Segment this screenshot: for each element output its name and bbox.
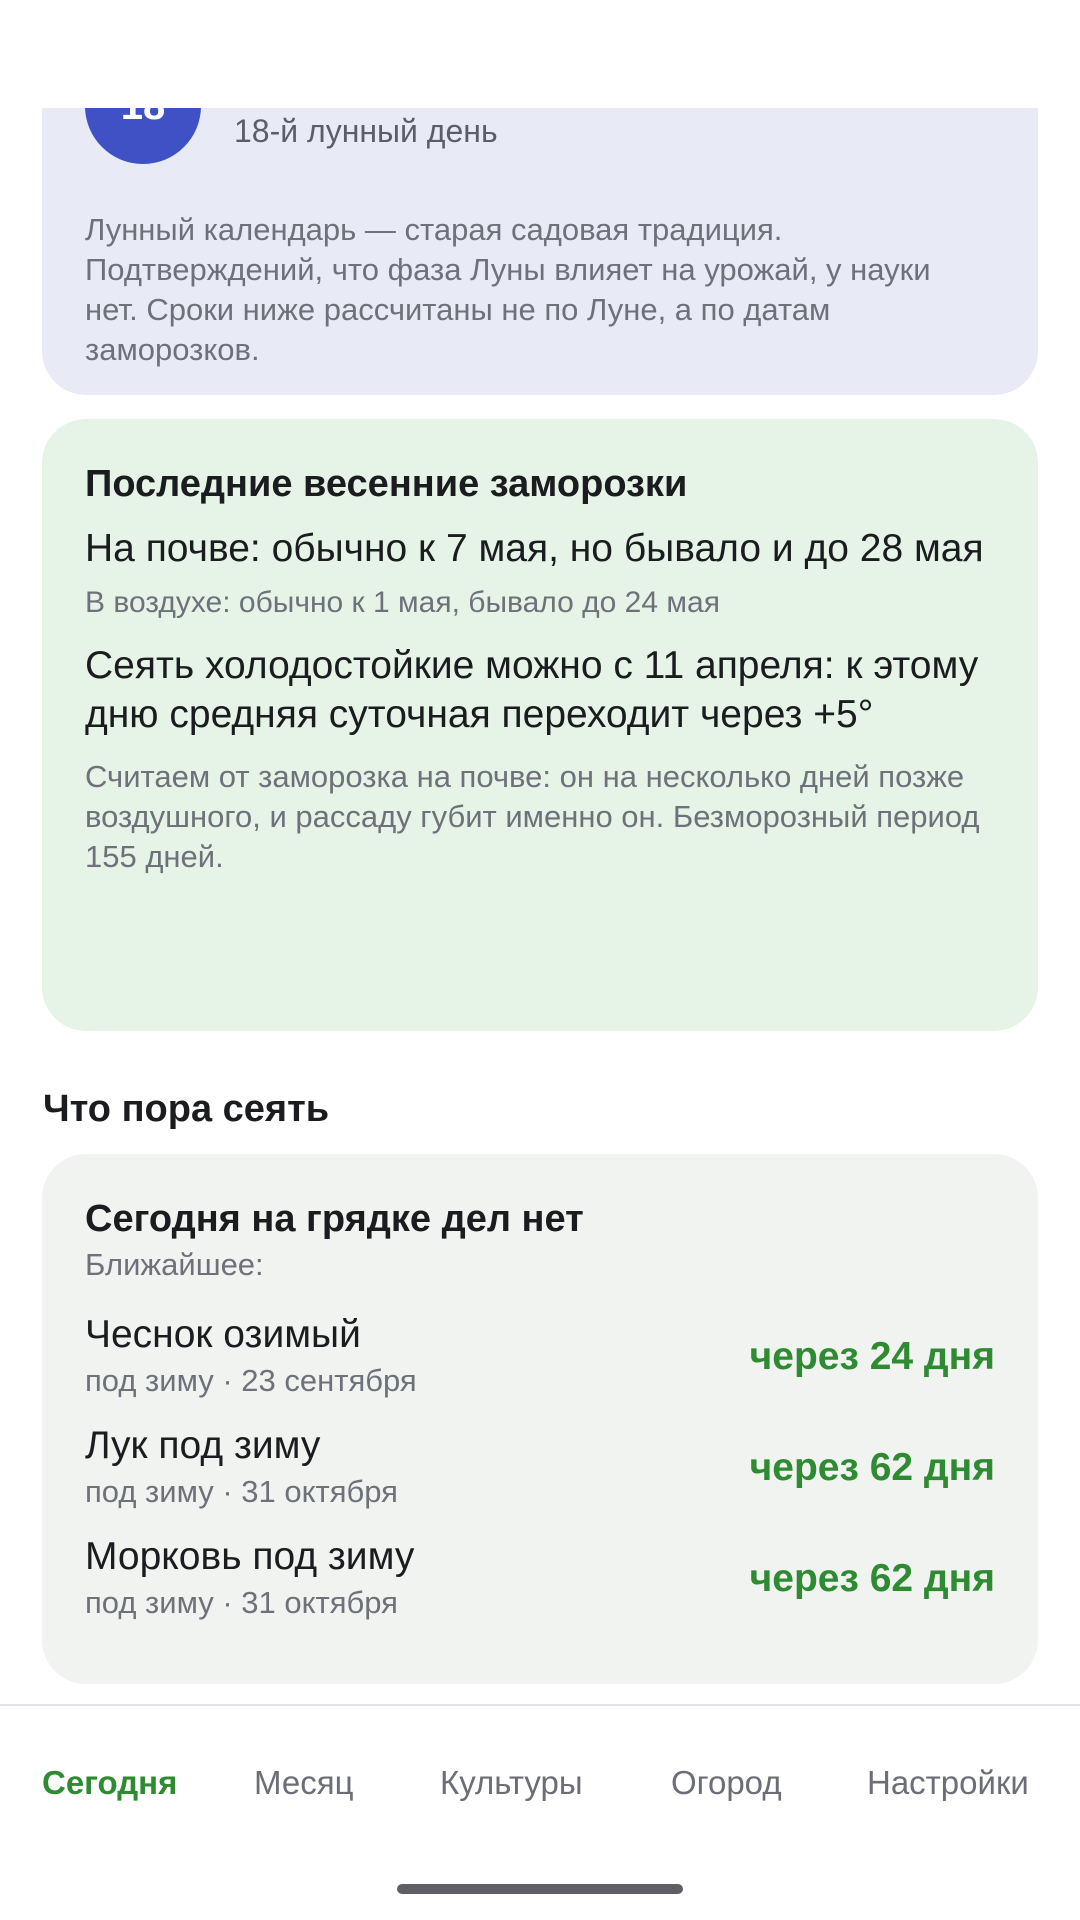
nav-tab-crops[interactable]: Культуры xyxy=(440,1764,583,1802)
frost-soil-text: На почве: обычно к 7 мая, но бывало и до… xyxy=(85,527,984,570)
sowing-card-title: Сегодня на грядке дел нет xyxy=(85,1198,584,1240)
crop-eta: через 24 дня xyxy=(749,1335,995,1378)
crop-eta: через 62 дня xyxy=(749,1557,995,1600)
crop-eta: через 62 дня xyxy=(749,1446,995,1489)
nav-tab-month[interactable]: Месяц xyxy=(254,1764,353,1802)
lunar-day-label: 18-й лунный день xyxy=(234,113,498,149)
lunar-card: 18 18-й лунный день Лунный календарь — с… xyxy=(42,108,1038,395)
frost-card: Последние весенние заморозки На почве: о… xyxy=(42,419,1038,1031)
crop-date: под зиму · 31 октября xyxy=(85,1474,398,1509)
screen: 18 18-й лунный день Лунный календарь — с… xyxy=(0,0,1080,1920)
moon-phase-icon: 18 xyxy=(85,108,201,164)
frost-note: Считаем от заморозка на почве: он на нес… xyxy=(85,759,980,874)
crop-name: Морковь под зиму xyxy=(85,1535,415,1578)
nav-tab-today[interactable]: Сегодня xyxy=(42,1764,177,1802)
sowing-subtitle: Ближайшее: xyxy=(85,1247,264,1282)
list-item[interactable]: Морковь под зиму под зиму · 31 октября ч… xyxy=(85,1535,995,1646)
crop-date: под зиму · 23 сентября xyxy=(85,1363,417,1398)
home-indicator[interactable] xyxy=(397,1884,683,1894)
section-title-sowing: Что пора сеять xyxy=(43,1088,330,1130)
frost-air-text: В воздухе: обычно к 1 мая, бывало до 24 … xyxy=(85,586,720,619)
crop-date: под зиму · 31 октября xyxy=(85,1585,398,1620)
frost-sow-text: Сеять холодостойкие можно с 11 апреля: к… xyxy=(85,644,979,736)
crop-name: Лук под зиму xyxy=(85,1424,321,1467)
list-item[interactable]: Лук под зиму под зиму · 31 октября через… xyxy=(85,1424,995,1535)
lunar-disclaimer: Лунный календарь — старая садовая традиц… xyxy=(85,212,931,367)
crop-name: Чеснок озимый xyxy=(85,1313,361,1356)
today-scroll-area[interactable]: 18 18-й лунный день Лунный календарь — с… xyxy=(0,108,1080,1704)
nav-tab-settings[interactable]: Настройки xyxy=(867,1764,1029,1802)
sowing-card: Сегодня на грядке дел нет Ближайшее: Чес… xyxy=(42,1154,1038,1684)
list-item[interactable]: Чеснок озимый под зиму · 23 сентября чер… xyxy=(85,1313,995,1424)
frost-title: Последние весенние заморозки xyxy=(85,463,688,505)
nav-tab-garden[interactable]: Огород xyxy=(671,1764,782,1802)
